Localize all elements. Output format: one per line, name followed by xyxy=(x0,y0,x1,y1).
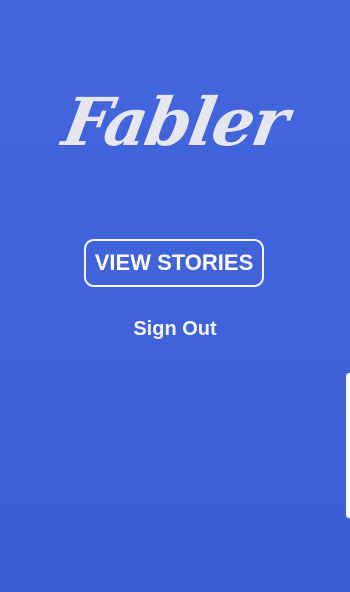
edge-panel-handle[interactable] xyxy=(346,373,350,518)
view-stories-button[interactable]: VIEW STORIES xyxy=(84,239,264,287)
home-screen: Fabler VIEW STORIES Sign Out xyxy=(0,0,350,592)
sign-out-link[interactable]: Sign Out xyxy=(0,314,350,344)
app-logo: Fabler xyxy=(57,83,293,161)
